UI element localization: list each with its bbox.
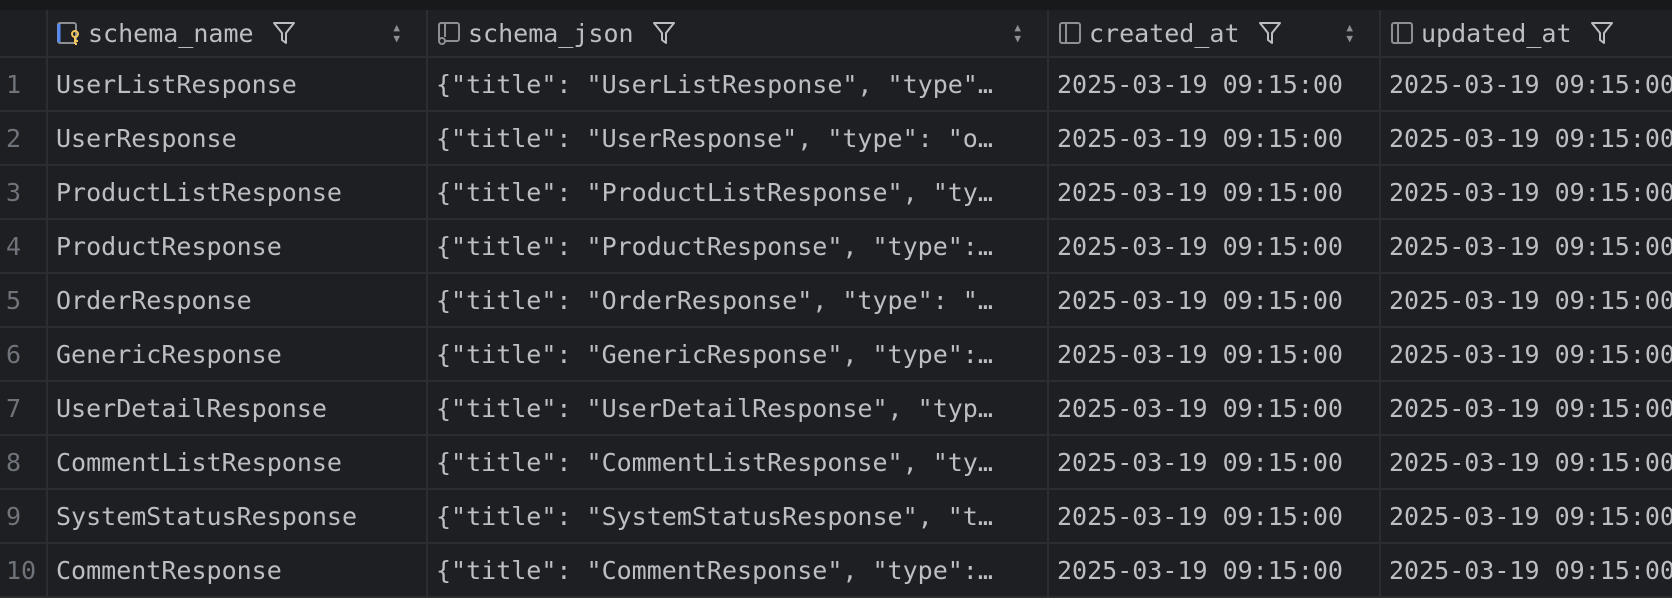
- row-number: 1: [0, 58, 48, 110]
- cell-schema-json[interactable]: {"title": "CommentResponse", "type":…: [428, 544, 1049, 596]
- table-row[interactable]: 1 UserListResponse {"title": "UserListRe…: [0, 58, 1672, 112]
- cell-schema-json[interactable]: {"title": "UserDetailResponse", "typ…: [428, 382, 1049, 434]
- cell-schema-json[interactable]: {"title": "SystemStatusResponse", "t…: [428, 490, 1049, 542]
- sort-icon[interactable]: ▲ ▼: [1014, 22, 1021, 44]
- column-icon: [1389, 20, 1415, 46]
- cell-updated-at[interactable]: 2025-03-19 09:15:00: [1381, 328, 1672, 380]
- table-row[interactable]: 6 GenericResponse {"title": "GenericResp…: [0, 328, 1672, 382]
- cell-created-at[interactable]: 2025-03-19 09:15:00: [1049, 220, 1381, 272]
- cell-updated-at[interactable]: 2025-03-19 09:15:00: [1381, 112, 1672, 164]
- filter-icon[interactable]: [1590, 20, 1614, 46]
- column-icon: [1057, 20, 1083, 46]
- column-header-schema_json[interactable]: schema_json ▲ ▼: [428, 10, 1049, 56]
- cell-schema-name[interactable]: ProductResponse: [48, 220, 428, 272]
- cell-updated-at[interactable]: 2025-03-19 09:15:00: [1381, 436, 1672, 488]
- table-row[interactable]: 2 UserResponse {"title": "UserResponse",…: [0, 112, 1672, 166]
- row-number: 5: [0, 274, 48, 326]
- sort-icon[interactable]: ▲ ▼: [1346, 22, 1353, 44]
- cell-schema-name[interactable]: UserResponse: [48, 112, 428, 164]
- table-row[interactable]: 5 OrderResponse {"title": "OrderResponse…: [0, 274, 1672, 328]
- table-row[interactable]: 9 SystemStatusResponse {"title": "System…: [0, 490, 1672, 544]
- row-number: 6: [0, 328, 48, 380]
- cell-schema-name[interactable]: CommentListResponse: [48, 436, 428, 488]
- row-number: 3: [0, 166, 48, 218]
- sort-icon[interactable]: ▲ ▼: [393, 22, 400, 44]
- cell-created-at[interactable]: 2025-03-19 09:15:00: [1049, 58, 1381, 110]
- column-name: created_at: [1089, 18, 1240, 48]
- cell-created-at[interactable]: 2025-03-19 09:15:00: [1049, 112, 1381, 164]
- cell-created-at[interactable]: 2025-03-19 09:15:00: [1049, 490, 1381, 542]
- filter-icon[interactable]: [272, 20, 296, 46]
- cell-created-at[interactable]: 2025-03-19 09:15:00: [1049, 166, 1381, 218]
- column-header-updated_at[interactable]: updated_at: [1381, 10, 1672, 56]
- table-row[interactable]: 4 ProductResponse {"title": "ProductResp…: [0, 220, 1672, 274]
- cell-schema-name[interactable]: ProductListResponse: [48, 166, 428, 218]
- cell-created-at[interactable]: 2025-03-19 09:15:00: [1049, 544, 1381, 596]
- column-name: updated_at: [1421, 18, 1572, 48]
- column-name: schema_json: [468, 18, 634, 48]
- cell-updated-at[interactable]: 2025-03-19 09:15:00: [1381, 58, 1672, 110]
- cell-schema-name[interactable]: SystemStatusResponse: [48, 490, 428, 542]
- column-header-schema_name[interactable]: schema_name ▲ ▼: [48, 10, 428, 56]
- cell-updated-at[interactable]: 2025-03-19 09:15:00: [1381, 220, 1672, 272]
- cell-created-at[interactable]: 2025-03-19 09:15:00: [1049, 328, 1381, 380]
- row-number-header: [0, 10, 48, 56]
- cell-created-at[interactable]: 2025-03-19 09:15:00: [1049, 382, 1381, 434]
- cell-created-at[interactable]: 2025-03-19 09:15:00: [1049, 274, 1381, 326]
- row-number: 10: [0, 544, 48, 596]
- column-header-created_at[interactable]: created_at ▲ ▼: [1049, 10, 1381, 56]
- toolbar-strip: [0, 0, 1672, 10]
- cell-updated-at[interactable]: 2025-03-19 09:15:00: [1381, 490, 1672, 542]
- row-number: 8: [0, 436, 48, 488]
- cell-updated-at[interactable]: 2025-03-19 09:15:00: [1381, 166, 1672, 218]
- table-row[interactable]: 8 CommentListResponse {"title": "Comment…: [0, 436, 1672, 490]
- cell-schema-name[interactable]: GenericResponse: [48, 328, 428, 380]
- cell-updated-at[interactable]: 2025-03-19 09:15:00: [1381, 274, 1672, 326]
- cell-schema-json[interactable]: {"title": "ProductListResponse", "ty…: [428, 166, 1049, 218]
- cell-schema-json[interactable]: {"title": "UserListResponse", "type"…: [428, 58, 1049, 110]
- filter-icon[interactable]: [1258, 20, 1282, 46]
- column-name: schema_name: [88, 18, 254, 48]
- cell-schema-json[interactable]: {"title": "UserResponse", "type": "o…: [428, 112, 1049, 164]
- header-row: schema_name ▲ ▼ schema_json ▲ ▼ created_at…: [0, 10, 1672, 58]
- row-number: 4: [0, 220, 48, 272]
- cell-updated-at[interactable]: 2025-03-19 09:15:00: [1381, 544, 1672, 596]
- cell-schema-json[interactable]: {"title": "ProductResponse", "type":…: [428, 220, 1049, 272]
- filter-icon[interactable]: [652, 20, 676, 46]
- cell-schema-name[interactable]: CommentResponse: [48, 544, 428, 596]
- row-number: 2: [0, 112, 48, 164]
- cell-schema-name[interactable]: UserListResponse: [48, 58, 428, 110]
- cell-created-at[interactable]: 2025-03-19 09:15:00: [1049, 436, 1381, 488]
- cell-schema-json[interactable]: {"title": "OrderResponse", "type": "…: [428, 274, 1049, 326]
- cell-schema-json[interactable]: {"title": "CommentListResponse", "ty…: [428, 436, 1049, 488]
- cell-schema-name[interactable]: UserDetailResponse: [48, 382, 428, 434]
- cell-schema-name[interactable]: OrderResponse: [48, 274, 428, 326]
- row-number: 9: [0, 490, 48, 542]
- table-row[interactable]: 10 CommentResponse {"title": "CommentRes…: [0, 544, 1672, 598]
- primary-key-column-icon: [56, 20, 82, 46]
- cell-updated-at[interactable]: 2025-03-19 09:15:00: [1381, 382, 1672, 434]
- table-row[interactable]: 7 UserDetailResponse {"title": "UserDeta…: [0, 382, 1672, 436]
- table-row[interactable]: 3 ProductListResponse {"title": "Product…: [0, 166, 1672, 220]
- cell-schema-json[interactable]: {"title": "GenericResponse", "type":…: [428, 328, 1049, 380]
- row-number: 7: [0, 382, 48, 434]
- data-grid: schema_name ▲ ▼ schema_json ▲ ▼ created_at…: [0, 10, 1672, 598]
- json-column-icon: [436, 20, 462, 46]
